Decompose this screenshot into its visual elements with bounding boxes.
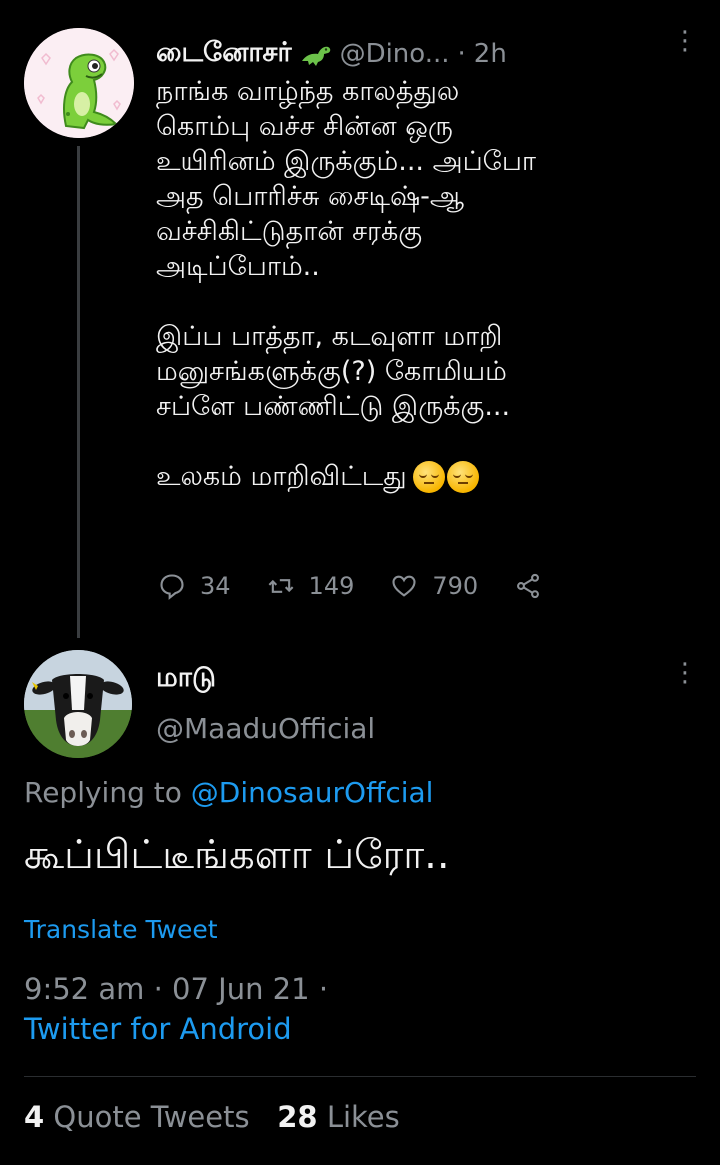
tweet-clock-time[interactable]: 9:52 am — [24, 972, 144, 1006]
replying-prefix: Replying to — [24, 776, 182, 809]
cow-avatar[interactable] — [24, 650, 132, 758]
tweet-line: அடிப்போம்.. — [156, 251, 320, 282]
author-name[interactable]: டைனோசர் — [156, 37, 292, 72]
tweet-line: உயிரினம் இருக்கும்... அப்போ — [156, 146, 537, 177]
like-count: 790 — [432, 572, 479, 600]
tweet-header: டைனோசர் @Dino... · 2h — [156, 34, 696, 74]
tweet-text: நாங்க வாழ்ந்த காலத்துல கொம்பு வச்ச சின்ன… — [156, 74, 696, 494]
tweet-date[interactable]: 07 Jun 21 — [172, 972, 310, 1006]
retweet-count: 149 — [308, 572, 355, 600]
more-options-icon[interactable]: ⋮ — [672, 28, 698, 54]
tweet-source-link[interactable]: Twitter for Android — [24, 1012, 292, 1046]
share-icon — [517, 573, 540, 599]
tweet-actions-bar: 34 149 790 — [158, 568, 592, 604]
dinosaur-emoji-icon — [300, 41, 332, 67]
share-button[interactable] — [514, 572, 556, 600]
reply-count: 34 — [200, 572, 231, 600]
more-options-icon[interactable]: ⋮ — [672, 660, 698, 686]
tweet-thread-view: டைனோசர் @Dino... · 2h ⋮ நாங்க வாழ்ந்த கா… — [0, 0, 720, 1165]
tweet-line: அத பொரிச்சு சைடிஷ்-ஆ — [156, 181, 465, 212]
retweet-icon — [268, 579, 293, 593]
author-handle[interactable]: @Dino... — [340, 39, 450, 69]
divider — [24, 1076, 696, 1077]
likes-label: Likes — [326, 1100, 400, 1134]
quote-tweets-link[interactable]: 4 Quote Tweets — [24, 1100, 259, 1134]
retweet-button[interactable]: 149 — [267, 572, 355, 600]
tweet-stats: 4 Quote Tweets 28 Likes — [24, 1100, 400, 1134]
separator-dot: · — [318, 972, 329, 1006]
tweet-line: கொம்பு வச்ச சின்ன ஒரு — [156, 111, 453, 142]
reply-tweet-text: கூப்பிட்டீங்களா ப்ரோ.. — [24, 832, 450, 878]
quote-count: 4 — [24, 1100, 45, 1134]
tweet-line: இப்ப பாத்தா, கடவுளா மாறி — [156, 321, 503, 352]
quote-label: Quote Tweets — [53, 1100, 250, 1134]
heart-icon — [392, 575, 416, 597]
tweet-line: மனுசங்களுக்கு(?) கோமியம் — [156, 356, 507, 387]
tweet-line: வச்சிகிட்டுதான் சரக்கு — [156, 216, 423, 247]
pensive-face-icon — [412, 460, 445, 493]
translate-tweet-link[interactable]: Translate Tweet — [24, 915, 218, 944]
tweet-time[interactable]: 2h — [474, 39, 507, 69]
separator-dot: · — [153, 972, 173, 1006]
reply-author-handle[interactable]: @MaaduOfficial — [156, 712, 375, 745]
tweet-line-last: உலகம் மாறிவிட்டது — [156, 459, 696, 494]
tweet-timestamp: 9:52 am · 07 Jun 21 · — [24, 972, 328, 1006]
separator-dot: · — [457, 39, 466, 69]
replying-to: Replying to @DinosaurOffcial — [24, 776, 433, 809]
reply-button[interactable]: 34 — [158, 572, 231, 600]
tweet-line: நாங்க வாழ்ந்த காலத்துல — [156, 76, 460, 107]
dinosaur-avatar[interactable] — [24, 28, 134, 138]
like-button[interactable]: 790 — [390, 572, 478, 600]
thread-connector-line — [77, 146, 80, 638]
reply-icon — [160, 574, 184, 600]
likes-count: 28 — [277, 1100, 318, 1134]
replying-mention-link[interactable]: @DinosaurOffcial — [191, 776, 434, 809]
reply-author-name[interactable]: மாடு — [156, 662, 216, 697]
pensive-face-icon — [446, 460, 479, 493]
tweet-line: சப்ளே பண்ணிட்டு இருக்கு... — [156, 391, 511, 422]
likes-link[interactable]: 28 Likes — [277, 1100, 400, 1134]
tweet-line: உலகம் மாறிவிட்டது — [156, 461, 407, 492]
